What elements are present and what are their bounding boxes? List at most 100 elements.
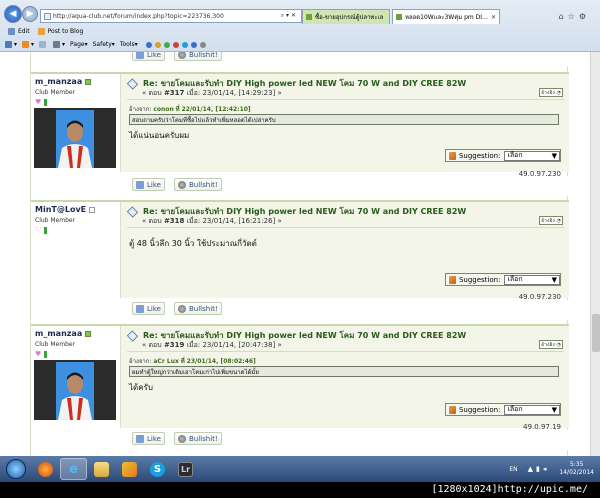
- browser-toolbar-icons[interactable]: ⌂☆⚙: [559, 12, 590, 21]
- taskbar-app-firefox[interactable]: [32, 458, 59, 480]
- karma-bar-icon: [44, 98, 48, 106]
- online-status-icon: [85, 330, 92, 337]
- quote-button[interactable]: อ้างอิง ◔: [539, 88, 563, 97]
- post-to-blog-button[interactable]: Post to Blog: [37, 27, 83, 35]
- like-button[interactable]: Like: [132, 52, 165, 61]
- bullshit-icon: [178, 304, 186, 313]
- tray-icons[interactable]: ▲▮◂: [528, 465, 550, 473]
- back-arrow-icon[interactable]: ◀: [4, 5, 22, 23]
- username[interactable]: m_manzaa: [35, 329, 92, 338]
- heart-icon: ♥: [35, 98, 42, 106]
- thumbs-up-icon: [136, 304, 144, 313]
- browser-chrome: ◀ ▶ http://aqua-club.net/forum/index.php…: [0, 0, 600, 52]
- addon-icon: [199, 41, 206, 48]
- karma-bar-icon: [44, 226, 48, 234]
- tab-label: ซื้อ-ขายอุปกรณ์ตู้ปลาทะเล: [315, 14, 384, 21]
- feeds-button[interactable]: ▾: [22, 41, 34, 48]
- clock[interactable]: 5:35 14/02/2014: [559, 461, 594, 477]
- quote-text: สอบถามครับว่าโคมที่ซื้อไปแล้วทำเพิ่มหลอด…: [129, 114, 559, 125]
- post-meta: « ตอบ #317 เมื่อ: 23/01/14, [14:29:23] »: [142, 89, 282, 97]
- edit-icon: [8, 27, 15, 35]
- taskbar-app-file-explorer[interactable]: [88, 458, 115, 480]
- taskbar: e S Lr EN ▲▮◂ 5:35 14/02/2014: [0, 456, 600, 482]
- like-bar: Like Bullshit!: [31, 52, 569, 66]
- mail-button[interactable]: [39, 41, 48, 48]
- home-icon: [5, 41, 12, 48]
- bullshit-button[interactable]: Bullshit!: [174, 178, 222, 191]
- address-bar-icons[interactable]: ⌕▾✕: [281, 12, 301, 20]
- divider: [127, 227, 564, 228]
- quote-header: อ้างจาก: conon ที่ 22/01/14, [12:42:10]: [129, 106, 251, 113]
- firefox-icon: [38, 461, 53, 477]
- member-title: Club Member: [35, 341, 76, 348]
- post-meta: « ตอบ #319 เมื่อ: 23/01/14, [20:47:38] »: [142, 341, 282, 349]
- suggestion-select[interactable]: เลือก ▼: [504, 150, 560, 161]
- username[interactable]: MinT@LovE: [35, 205, 96, 214]
- browser-tab-2[interactable]: หลอด10Wและ3Wคุ่ม pm DIY ... ✕: [392, 9, 500, 24]
- addon-icon: [172, 41, 179, 48]
- heart-icon: ♥: [35, 350, 42, 358]
- user-icons: ♥: [35, 350, 48, 358]
- vertical-scrollbar[interactable]: [590, 52, 600, 456]
- page-viewport: Like Bullshit! m_manzaa Club Member ♥ Re…: [0, 52, 600, 456]
- suggestion-select[interactable]: เลือก ▼: [504, 404, 560, 415]
- post-message: ตู้ 48 นิ้วลึก 30 นิ้ว ใช้ประมาณกี่วัตต์: [129, 239, 257, 248]
- skype-icon: [181, 41, 188, 48]
- taskbar-app-paint[interactable]: [116, 458, 143, 480]
- browser-tab-1[interactable]: ซื้อ-ขายอุปกรณ์ตู้ปลาทะเล: [302, 9, 390, 24]
- forward-arrow-icon[interactable]: ▶: [22, 6, 38, 22]
- scrollbar-thumb[interactable]: [592, 314, 600, 352]
- topic-icon: [126, 77, 139, 90]
- address-bar[interactable]: http://aqua-club.net/forum/index.php?top…: [40, 9, 302, 23]
- post-body: Re: ขายโคมและรับทำ DIY High power led NE…: [122, 326, 569, 431]
- thumbs-up-icon: [136, 180, 144, 189]
- suggestion-control: Suggestion: เลือก ▼: [445, 273, 561, 286]
- like-button[interactable]: Like: [132, 302, 165, 315]
- edit-button[interactable]: Edit: [8, 27, 30, 35]
- suggestion-control: Suggestion: เลือก ▼: [445, 149, 561, 162]
- taskbar-app-lightroom[interactable]: Lr: [172, 458, 199, 480]
- forum-post: m_manzaa Club Member ♥ Re: ขายโคมและรับท…: [31, 72, 569, 178]
- bullshit-button[interactable]: Bullshit!: [174, 302, 222, 315]
- user-icons: ♡: [35, 226, 48, 234]
- internet-explorer-icon: e: [69, 461, 78, 477]
- member-title: Club Member: [35, 217, 76, 224]
- post-author-panel: m_manzaa Club Member ♥: [31, 74, 121, 172]
- forum-post: m_manzaa Club Member ♥ Re: ขายโคมและรับท…: [31, 324, 569, 431]
- like-button[interactable]: Like: [132, 432, 165, 445]
- post-message: ได้แน่นอนครับผม: [129, 131, 190, 140]
- close-tab-icon[interactable]: ✕: [491, 14, 496, 21]
- bullshit-icon: [178, 180, 186, 189]
- command-bar: ▾ ▾ ▾ Page ▾ Safety ▾ Tools ▾: [0, 38, 600, 51]
- bullshit-button[interactable]: Bullshit!: [174, 432, 222, 445]
- taskbar-app-internet-explorer[interactable]: e: [60, 458, 87, 480]
- bullshit-button[interactable]: Bullshit!: [174, 52, 222, 61]
- print-button[interactable]: ▾: [53, 41, 65, 48]
- chevron-down-icon: ▼: [551, 151, 557, 160]
- post-meta: « ตอบ #318 เมื่อ: 23/01/14, [16:21:26] »: [142, 217, 282, 225]
- start-button[interactable]: [6, 459, 26, 479]
- forum-post: MinT@LovE Club Member ♡ Re: ขายโคมและรับ…: [31, 200, 569, 301]
- chevron-down-icon: ▼: [551, 275, 557, 284]
- safety-menu[interactable]: Safety ▾: [93, 41, 115, 48]
- quote-button[interactable]: อ้างอิง ◔: [539, 216, 563, 225]
- quote-text: ผมทำตู้ใหญ่กว่าเดิมเอาโคมเก่าไปเพิ่มขนาด…: [129, 366, 559, 377]
- home-button[interactable]: ▾: [5, 41, 17, 48]
- rss-icon: [22, 41, 30, 48]
- quote-button[interactable]: อ้างอิง ◔: [539, 340, 563, 349]
- blog-icon: [37, 27, 45, 35]
- like-button[interactable]: Like: [132, 178, 165, 191]
- tools-menu[interactable]: Tools ▾: [120, 41, 138, 48]
- page-menu[interactable]: Page ▾: [70, 41, 88, 48]
- thumbs-up-icon: [136, 52, 144, 59]
- language-indicator[interactable]: EN: [509, 466, 517, 473]
- suggestion-select[interactable]: เลือก ▼: [504, 274, 560, 285]
- username[interactable]: m_manzaa: [35, 77, 92, 86]
- address-url[interactable]: http://aqua-club.net/forum/index.php?top…: [53, 13, 281, 20]
- taskbar-app-skype[interactable]: S: [144, 458, 171, 480]
- clock-date: 14/02/2014: [559, 469, 594, 476]
- like-bar: Like Bullshit!: [31, 300, 569, 320]
- help-button[interactable]: [143, 41, 206, 48]
- help-icon: [145, 41, 152, 48]
- online-status-icon: [85, 78, 92, 85]
